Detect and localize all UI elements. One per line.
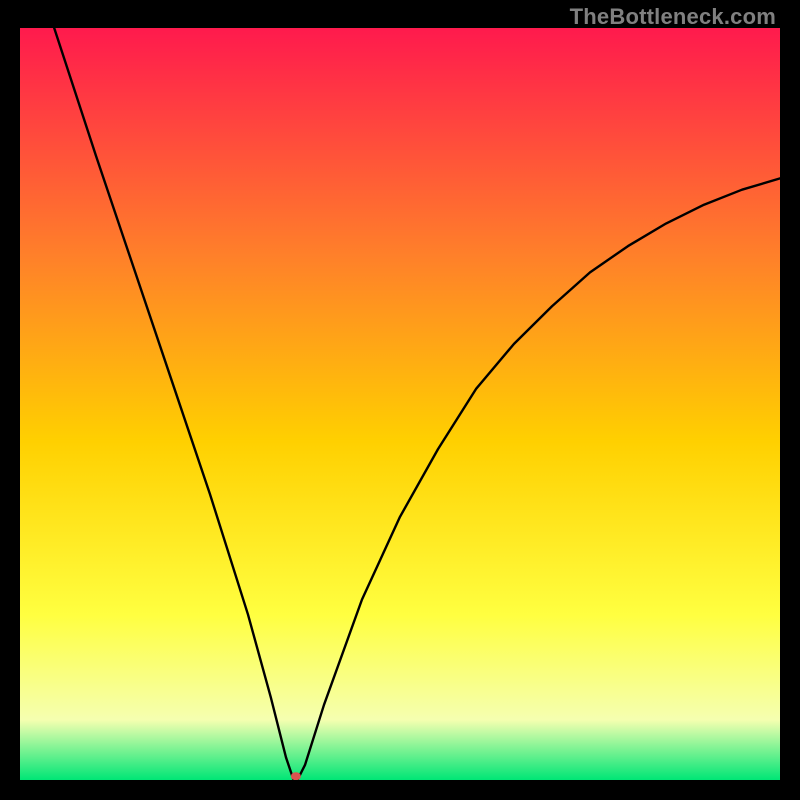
gradient-background [20, 28, 780, 780]
chart-frame [20, 28, 780, 780]
watermark-text: TheBottleneck.com [570, 4, 776, 30]
optimal-point-marker [291, 772, 301, 780]
bottleneck-chart [20, 28, 780, 780]
